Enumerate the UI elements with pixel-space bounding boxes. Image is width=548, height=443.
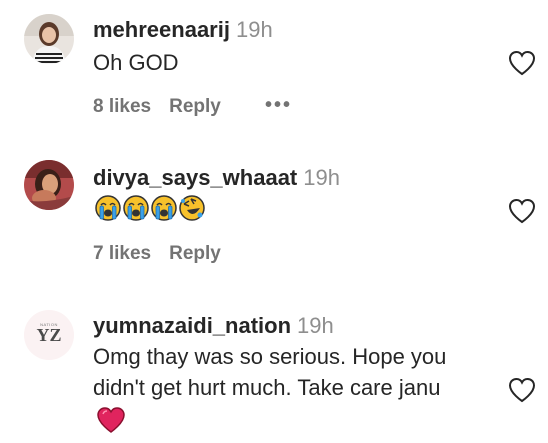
timestamp[interactable]: 19h [236,17,273,42]
timestamp[interactable]: 19h [303,165,340,190]
likes-count[interactable]: 7 likes [93,243,151,265]
like-heart-icon[interactable] [508,377,536,403]
avatar[interactable]: YZ NATION [24,310,74,360]
yz-nation-logo: YZ NATION [24,310,74,360]
loudly-crying-face-icon [151,195,177,221]
timestamp[interactable]: 19h [297,313,334,338]
svg-text:NATION: NATION [40,322,58,327]
comment-text-line-2: didn't get hurt much. Take care janu [93,375,441,400]
comment-header: mehreenaarij 19h [93,16,273,44]
comment-text: Oh GOD [93,50,179,75]
svg-text:YZ: YZ [36,325,61,345]
username[interactable]: divya_says_whaaat [93,165,297,190]
avatar-photo [24,14,74,64]
comment-meta: 7 likes Reply [93,243,221,265]
reply-button[interactable]: Reply [169,243,221,265]
comment-header: yumnazaidi_nation 19h [93,312,334,340]
emoji-row [95,195,207,225]
comment-text-line-1: Omg thay was so serious. Hope you [93,344,447,369]
red-heart-icon [97,407,125,433]
more-options-icon[interactable]: ••• [265,94,292,117]
avatar[interactable] [24,160,74,210]
avatar[interactable] [24,14,74,64]
reply-button[interactable]: Reply [169,96,221,118]
username[interactable]: yumnazaidi_nation [93,313,291,338]
comment-meta: 8 likes Reply [93,96,221,118]
avatar-photo [24,160,74,210]
username[interactable]: mehreenaarij [93,17,230,42]
rolling-on-floor-laughing-icon [179,195,205,221]
like-heart-icon[interactable] [508,198,536,224]
like-heart-icon[interactable] [508,50,536,76]
loudly-crying-face-icon [123,195,149,221]
comment-header: divya_says_whaaat 19h [93,164,340,192]
likes-count[interactable]: 8 likes [93,96,151,118]
loudly-crying-face-icon [95,195,121,221]
